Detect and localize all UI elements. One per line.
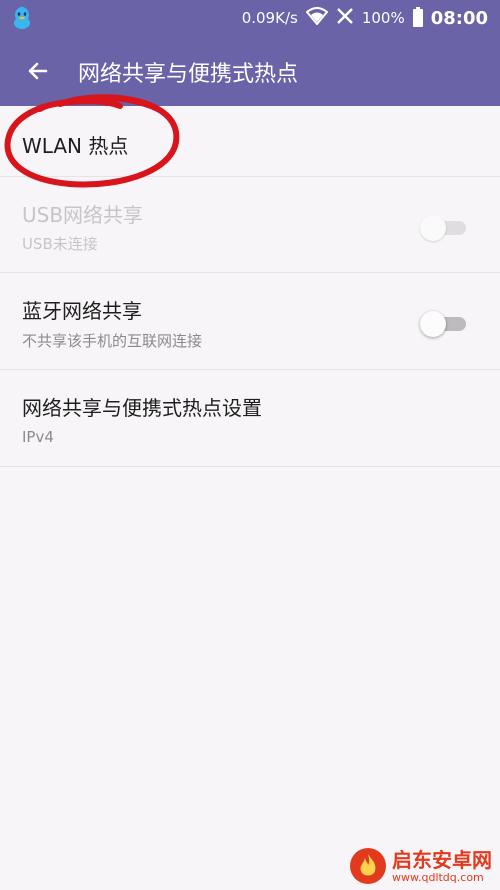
item-subtitle: IPv4	[22, 428, 54, 446]
item-title: 蓝牙网络共享	[22, 299, 142, 323]
bluetooth-tethering-toggle[interactable]	[420, 311, 466, 337]
battery-icon	[412, 7, 423, 27]
usb-tethering-item[interactable]: USB网络共享 USB未连接	[0, 177, 500, 273]
toggle-thumb	[420, 311, 446, 337]
clock: 08:00	[430, 7, 488, 29]
tethering-settings-item[interactable]: 网络共享与便携式热点设置 IPv4	[0, 370, 500, 467]
item-title: WLAN 热点	[22, 134, 129, 158]
watermark-name: 启东安卓网	[392, 847, 492, 872]
battery-percent: 100%	[361, 9, 405, 27]
page-title: 网络共享与便携式热点	[78, 62, 299, 87]
item-title: USB网络共享	[22, 203, 144, 227]
arrow-left-icon	[28, 62, 48, 80]
status-bar: 0.09K/s 100% 08:00	[0, 0, 500, 36]
app-toolbar: 网络共享与便携式热点	[0, 36, 500, 106]
site-watermark: 启东安卓网 www.qdltdq.com	[350, 848, 492, 884]
bluetooth-tethering-item[interactable]: 蓝牙网络共享 不共享该手机的互联网连接	[0, 273, 500, 370]
network-speed: 0.09K/s	[241, 9, 298, 27]
flame-logo-icon	[350, 848, 386, 884]
settings-list: WLAN 热点 USB网络共享 USB未连接 蓝牙网络共享 不共享该手机的互联网…	[0, 106, 500, 467]
item-subtitle: 不共享该手机的互联网连接	[22, 332, 203, 350]
usb-tethering-toggle[interactable]	[420, 215, 466, 241]
wifi-icon	[305, 7, 329, 29]
qq-penguin-icon	[12, 6, 32, 34]
item-subtitle: USB未连接	[22, 235, 98, 253]
watermark-url: www.qdltdq.com	[392, 870, 484, 884]
back-button[interactable]	[20, 53, 56, 89]
toggle-thumb	[420, 215, 446, 241]
item-title: 网络共享与便携式热点设置	[22, 396, 262, 420]
no-signal-icon	[336, 7, 354, 29]
wlan-hotspot-item[interactable]: WLAN 热点	[0, 106, 500, 177]
